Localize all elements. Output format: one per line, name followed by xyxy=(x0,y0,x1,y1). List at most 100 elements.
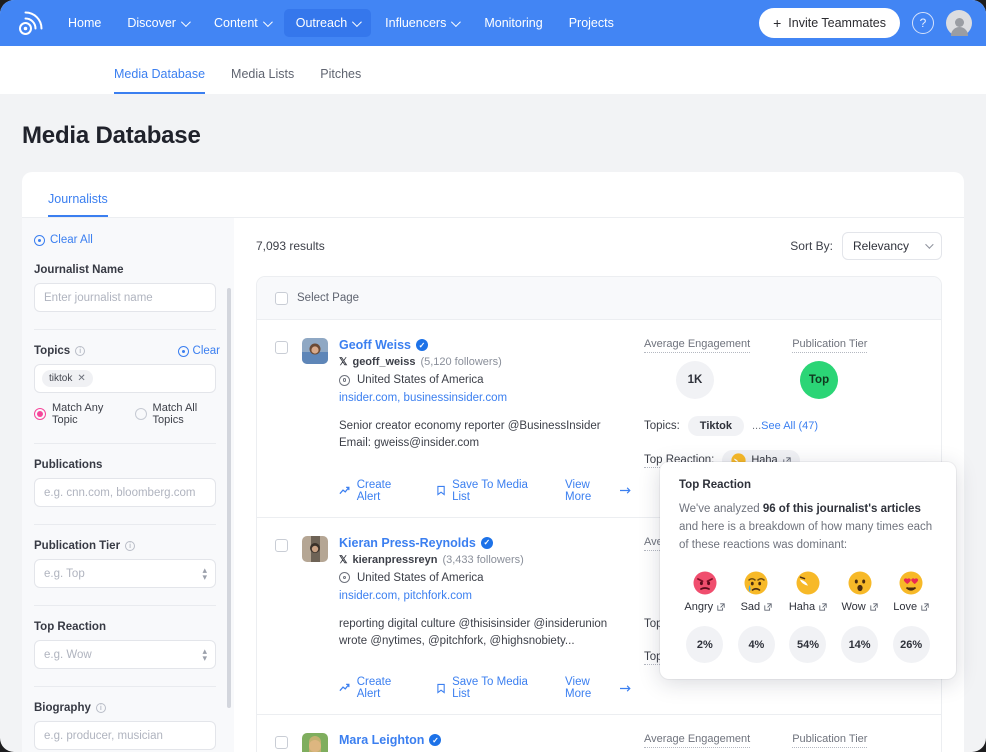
journalist-location: United States of America xyxy=(339,572,632,584)
row-checkbox[interactable] xyxy=(275,538,288,552)
clear-all-filters-button[interactable]: Clear All xyxy=(34,234,220,246)
page-header: Media Database xyxy=(0,94,986,172)
top-reaction-tooltip: Top Reaction We've analyzed 96 of this j… xyxy=(660,462,956,680)
row-checkbox[interactable] xyxy=(275,736,288,749)
invite-teammates-button[interactable]: + Invite Teammates xyxy=(759,8,900,38)
angry-emoji xyxy=(693,571,717,595)
wow-emoji xyxy=(848,571,872,595)
journalist-details: Mara Leighton ✓ xyxy=(339,733,442,752)
journalist-name-link[interactable]: Mara Leighton ✓ xyxy=(339,733,442,747)
publication-tier-header[interactable]: Publication Tier xyxy=(792,733,868,748)
tab-media-lists[interactable]: Media Lists xyxy=(231,67,294,94)
tab-journalists[interactable]: Journalists xyxy=(48,192,108,217)
results-count: 7,093 results xyxy=(256,239,325,253)
journalist-social-handle: 𝕏 geoff_weiss (5,120 followers) xyxy=(339,356,632,368)
average-engagement-header[interactable]: Average Engagement xyxy=(644,338,751,353)
reaction-name: Wow xyxy=(841,601,878,613)
biography-input[interactable] xyxy=(34,721,216,750)
save-to-media-list-button[interactable]: Save To Media List xyxy=(437,676,539,700)
divider xyxy=(34,524,216,525)
journalist-name-link[interactable]: Geoff Weiss ✓ xyxy=(339,338,632,352)
topic-tag: Tiktok xyxy=(687,416,744,436)
reaction-column-love: Love 26% xyxy=(885,571,937,664)
external-link-icon[interactable] xyxy=(921,603,929,612)
info-icon[interactable]: i xyxy=(75,346,86,356)
card-actions: Create Alert Save To Media List View Mor… xyxy=(339,479,632,503)
nav-item-content[interactable]: Content xyxy=(202,9,282,37)
create-alert-button[interactable]: Create Alert xyxy=(339,676,411,700)
topic-chip-label: tiktok xyxy=(49,373,73,384)
create-alert-button[interactable]: Create Alert xyxy=(339,479,411,503)
filter-biography: Biography i xyxy=(34,702,220,750)
nav-item-outreach[interactable]: Outreach xyxy=(283,9,372,37)
sidebar-scrollbar[interactable] xyxy=(227,288,231,708)
sort-control: Sort By: Relevancy xyxy=(790,232,942,260)
tooltip-description: We've analyzed 96 of this journalist's a… xyxy=(679,501,937,554)
location-text: United States of America xyxy=(357,571,484,584)
radio-match-any-topic[interactable]: Match Any Topic xyxy=(34,402,121,426)
avatar-body xyxy=(950,27,968,36)
external-link-icon[interactable] xyxy=(764,603,772,612)
topics-chip-input[interactable]: tiktok ✕ xyxy=(34,364,216,393)
help-circle-icon[interactable]: ? xyxy=(912,12,934,34)
top-reaction-select[interactable]: e.g. Wow ▴ ▾ xyxy=(34,640,216,669)
radio-match-all-topics[interactable]: Match All Topics xyxy=(134,402,220,426)
verified-badge-icon: ✓ xyxy=(480,536,493,549)
tab-media-database[interactable]: Media Database xyxy=(114,67,206,94)
journalist-publications[interactable]: insider.com, businessinsider.com xyxy=(339,392,632,404)
external-link-icon[interactable] xyxy=(870,603,878,612)
reaction-breakdown: Angry 2% Sad 4% Haha 54% Wow 14% Love 26… xyxy=(679,571,937,664)
reaction-column-sad: Sad 4% xyxy=(731,571,783,664)
broadcast-logo[interactable] xyxy=(16,8,46,38)
publications-input[interactable] xyxy=(34,478,216,507)
nav-item-home[interactable]: Home xyxy=(56,9,113,37)
verified-badge-icon: ✓ xyxy=(416,339,429,351)
reaction-percent: 14% xyxy=(841,626,879,664)
clear-topics-label: Clear xyxy=(192,345,220,357)
nav-item-discover[interactable]: Discover xyxy=(115,9,200,37)
bio-line-1: Senior creator economy reporter @Busines… xyxy=(339,420,601,432)
view-more-button[interactable]: View More xyxy=(565,676,632,700)
journalist-details: Kieran Press-Reynolds ✓ 𝕏 kieranpressrey… xyxy=(339,536,632,700)
journalist-avatar xyxy=(302,535,328,562)
journalist-name-link[interactable]: Kieran Press-Reynolds ✓ xyxy=(339,536,632,550)
chevron-down-icon xyxy=(352,16,363,27)
info-icon[interactable]: i xyxy=(125,541,136,551)
reaction-name: Sad xyxy=(741,601,773,613)
metric-headers: Average Engagement Publication Tier xyxy=(644,338,925,353)
select-page-label: Select Page xyxy=(297,292,360,304)
view-more-button[interactable]: View More xyxy=(565,479,632,503)
select-page-row: Select Page xyxy=(257,277,941,320)
clear-all-label: Clear All xyxy=(50,234,93,246)
top-reaction-placeholder: e.g. Wow xyxy=(44,648,92,661)
clear-topics-button[interactable]: Clear xyxy=(177,345,220,357)
bookmark-icon xyxy=(437,485,445,496)
journalist-details: Geoff Weiss ✓ 𝕏 geoff_weiss (5,120 follo… xyxy=(339,338,632,503)
filter-publications: Publications xyxy=(34,459,220,507)
see-all-topics-link[interactable]: ...See All (47) xyxy=(752,420,818,432)
publication-tier-select[interactable]: e.g. Top ▴ ▾ xyxy=(34,559,216,588)
select-page-checkbox[interactable] xyxy=(275,291,288,305)
journalist-name-input[interactable] xyxy=(34,283,216,312)
sort-by-select[interactable]: Relevancy xyxy=(841,232,942,260)
user-avatar[interactable] xyxy=(946,10,972,36)
external-link-icon[interactable] xyxy=(819,603,827,612)
card-actions: Create Alert Save To Media List View Mor… xyxy=(339,676,632,700)
filter-topics-header: Topics i Clear xyxy=(34,345,220,357)
publication-tier-header[interactable]: Publication Tier xyxy=(792,338,868,353)
journalist-publications[interactable]: insider.com, pitchfork.com xyxy=(339,590,632,602)
tab-pitches[interactable]: Pitches xyxy=(320,67,361,94)
journalist-primary-info: Geoff Weiss ✓ 𝕏 geoff_weiss (5,120 follo… xyxy=(302,338,632,503)
save-to-media-list-button[interactable]: Save To Media List xyxy=(437,479,539,503)
external-link-icon[interactable] xyxy=(717,603,725,612)
remove-chip-icon[interactable]: ✕ xyxy=(77,373,85,384)
handle-text: geoff_weiss xyxy=(352,356,416,368)
average-engagement-header[interactable]: Average Engagement xyxy=(644,733,751,748)
nav-item-influencers[interactable]: Influencers xyxy=(373,9,470,37)
top-navigation-bar: Home Discover Content Outreach Influence… xyxy=(0,0,986,46)
divider xyxy=(34,443,216,444)
info-icon[interactable]: i xyxy=(95,703,106,713)
row-checkbox[interactable] xyxy=(275,341,288,354)
nav-item-projects[interactable]: Projects xyxy=(557,9,626,37)
nav-item-monitoring[interactable]: Monitoring xyxy=(472,9,554,37)
